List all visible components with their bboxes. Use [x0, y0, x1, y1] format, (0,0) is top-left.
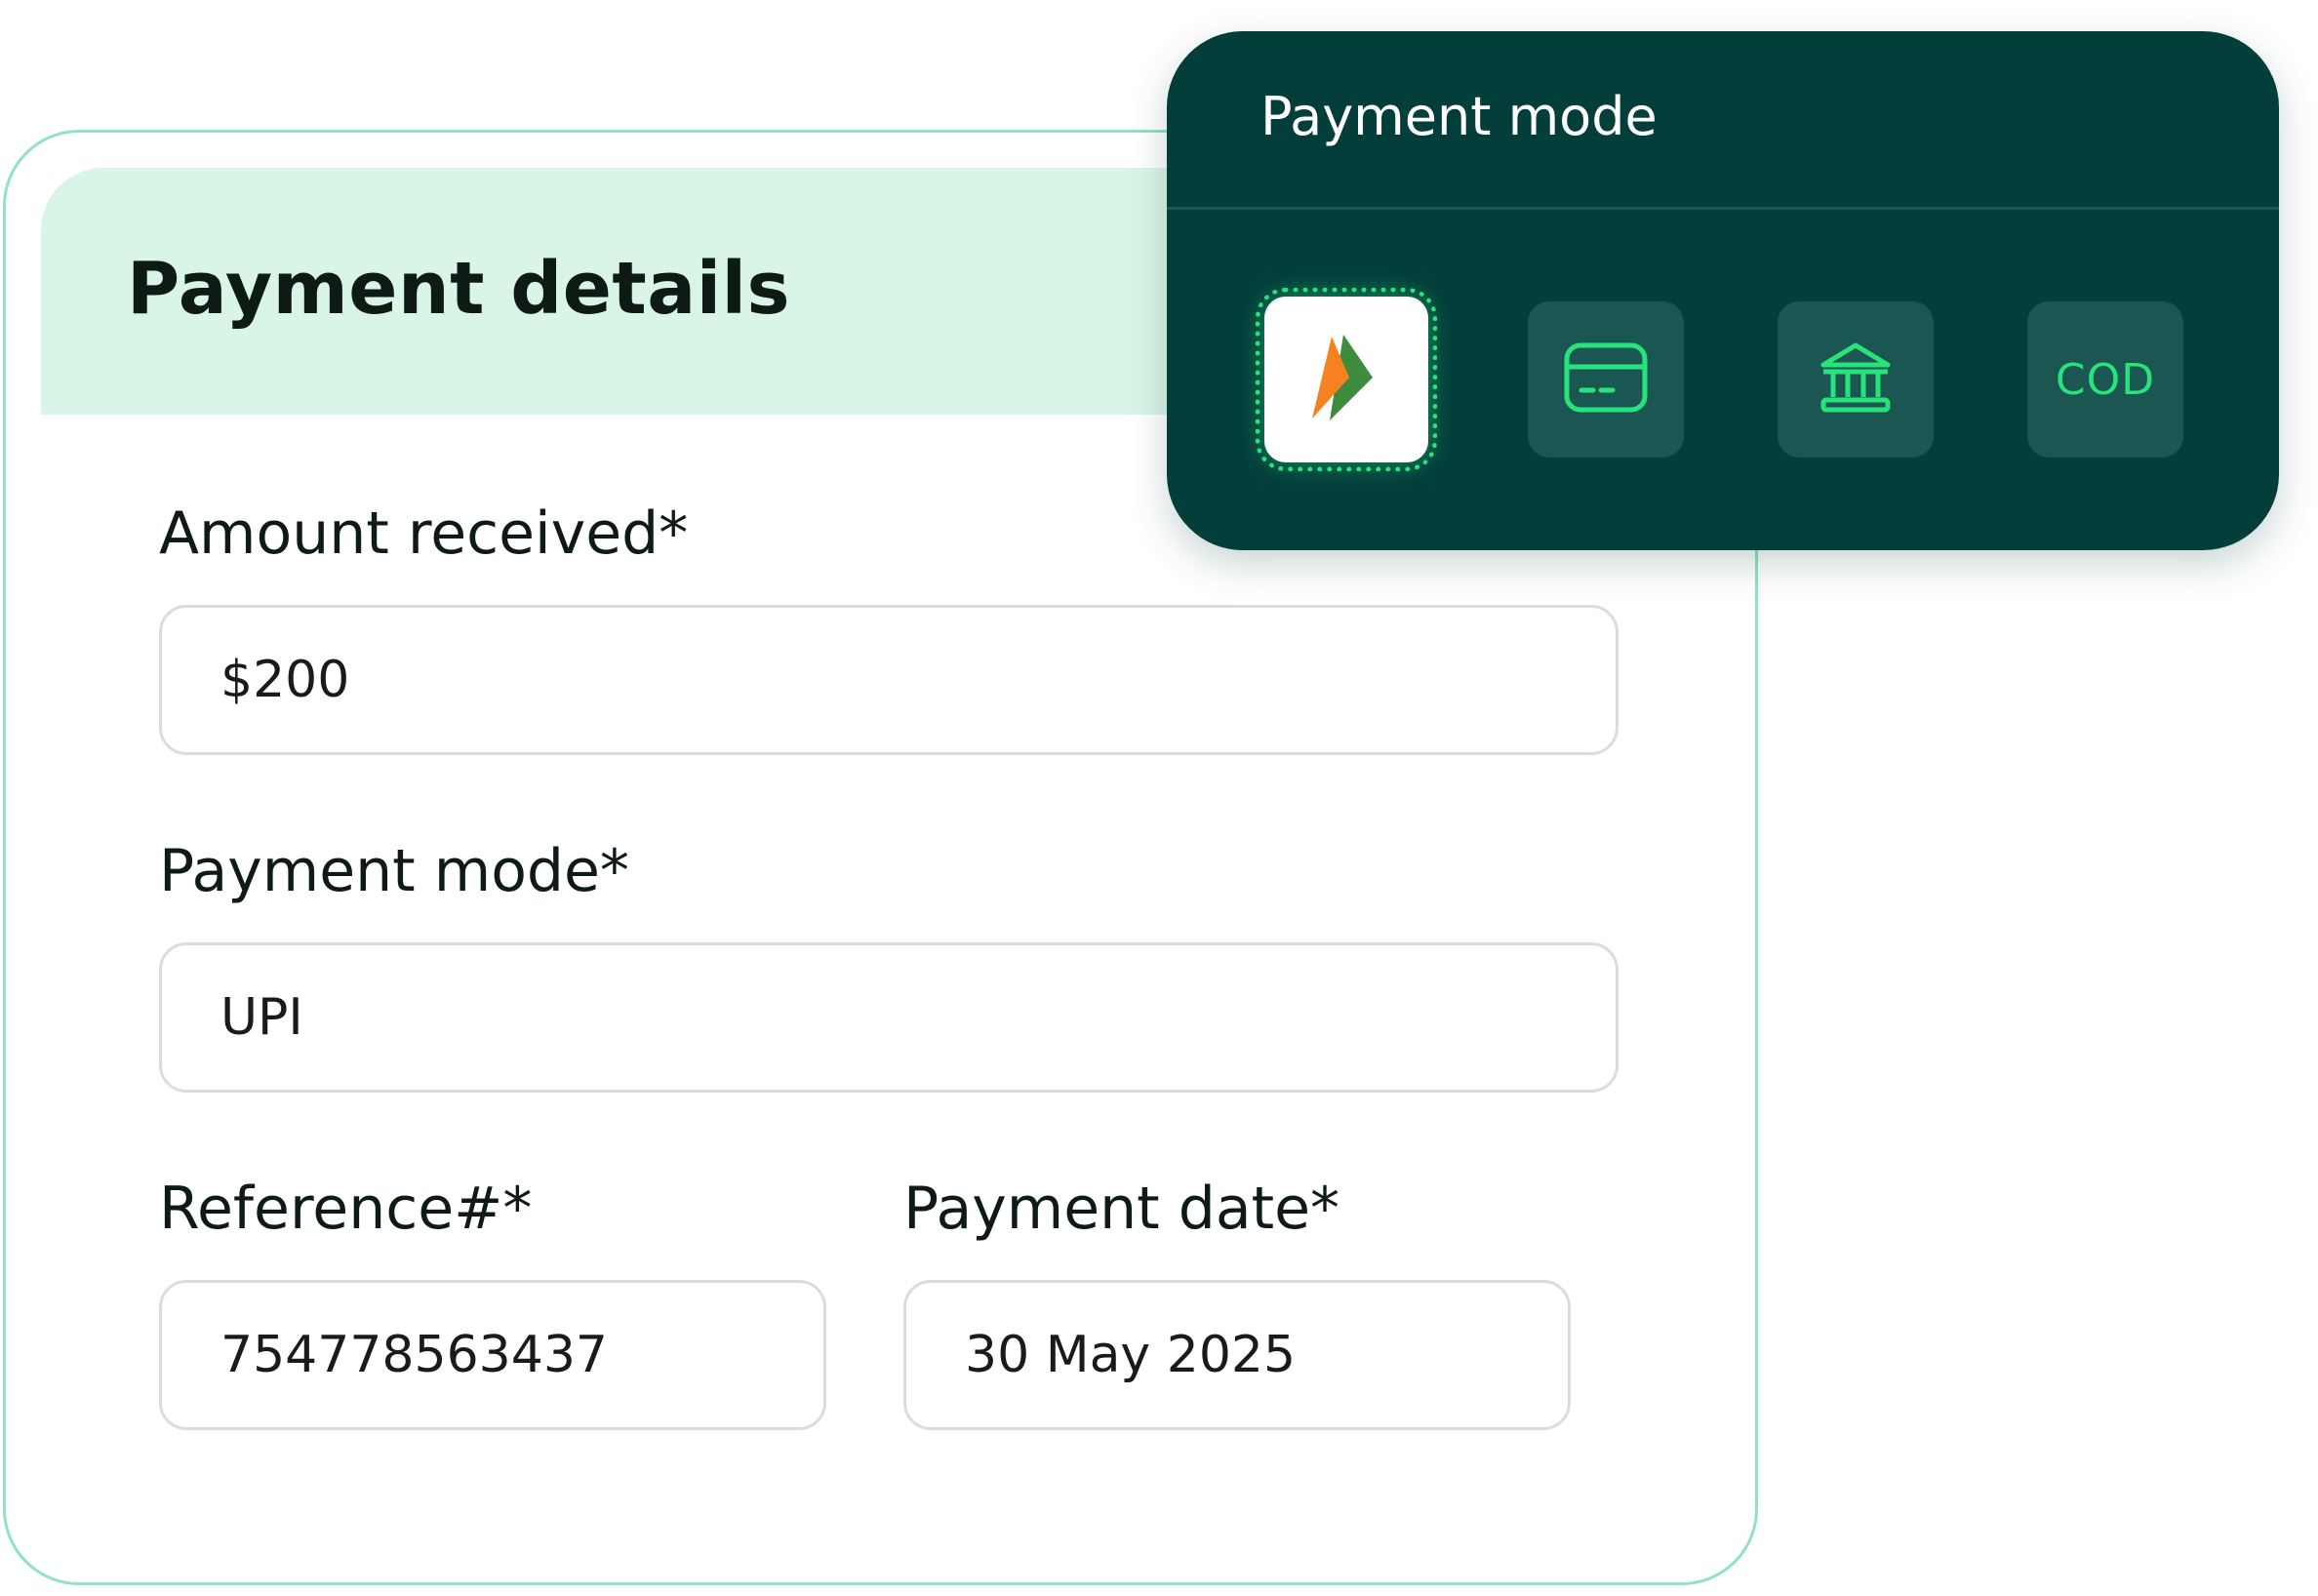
card-option-button[interactable] [1528, 301, 1684, 458]
reference-label: Reference#* [159, 1175, 533, 1243]
stage: Payment details Amount received* Payment… [0, 0, 2318, 1596]
cod-label: COD [2055, 354, 2156, 405]
credit-card-icon [1564, 342, 1648, 417]
bank-option-button[interactable] [1778, 301, 1934, 458]
bank-icon [1819, 341, 1892, 418]
payment-mode-label: Payment mode* [159, 837, 629, 905]
upi-option-button[interactable] [1256, 288, 1437, 471]
card-title: Payment details [127, 247, 791, 331]
payment-mode-popup: Payment mode COD [1167, 31, 2279, 550]
amount-label: Amount received* [159, 499, 689, 568]
cod-option-button[interactable]: COD [2027, 301, 2183, 458]
amount-input[interactable] [159, 605, 1619, 755]
payment-date-input[interactable] [903, 1280, 1571, 1430]
payment-mode-input[interactable] [159, 942, 1619, 1093]
reference-input[interactable] [159, 1280, 826, 1430]
upi-logo-icon [1310, 335, 1382, 424]
popup-title: Payment mode [1260, 86, 1658, 147]
popup-divider [1167, 207, 2279, 210]
payment-date-label: Payment date* [903, 1175, 1340, 1243]
